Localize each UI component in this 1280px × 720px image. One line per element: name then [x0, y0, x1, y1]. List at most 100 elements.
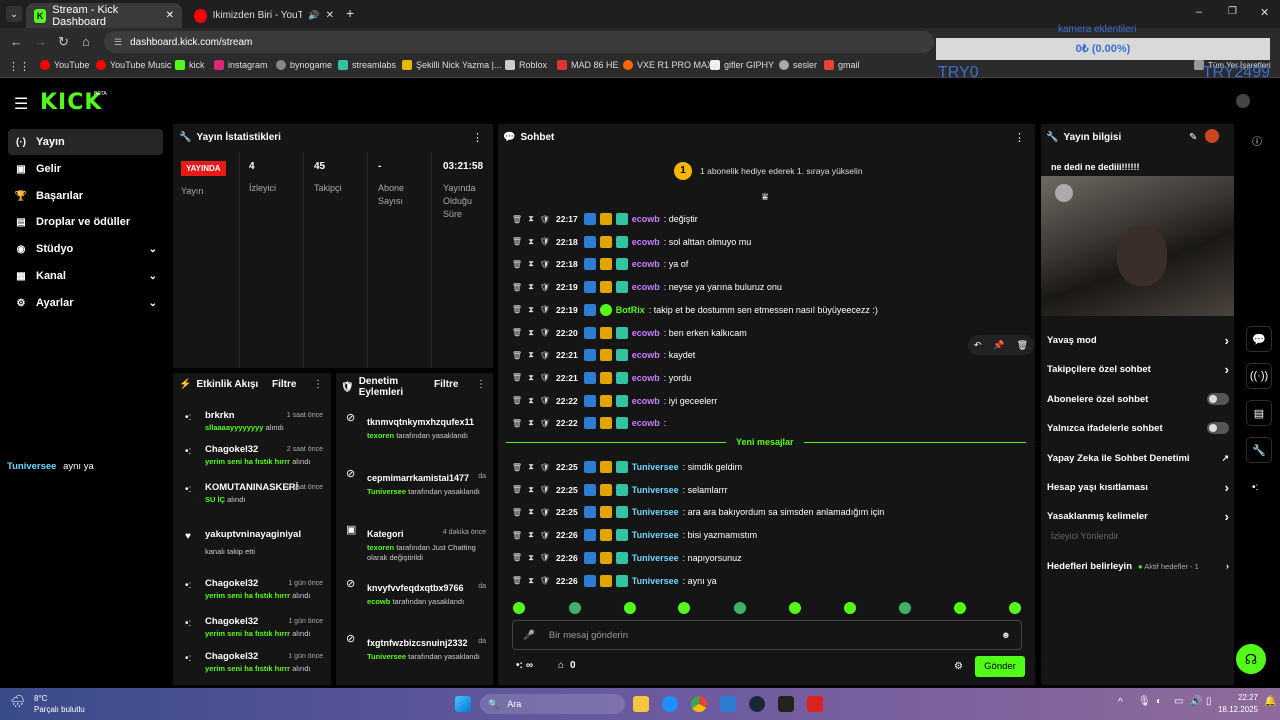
timeout-icon[interactable]: ⧗ — [526, 328, 536, 338]
emote-icon[interactable] — [789, 602, 801, 614]
setting-row[interactable]: Yavaş mod › — [1047, 332, 1229, 348]
notification-icon[interactable]: 🔔 — [1264, 696, 1276, 707]
clock-time[interactable]: 22:27 — [1228, 693, 1258, 702]
store-app-icon[interactable] — [720, 696, 736, 712]
timeout-icon[interactable]: ⧗ — [526, 418, 536, 428]
edit-icon[interactable]: ✎ — [1189, 132, 1197, 143]
message-username[interactable]: ecowb — [632, 214, 660, 224]
timeout-icon[interactable]: ⧗ — [526, 259, 536, 269]
message-username[interactable]: Tuniversee — [632, 485, 679, 495]
battery-icon[interactable]: ▯ — [1206, 696, 1212, 707]
chat-tool-icon[interactable]: 💬 — [1246, 326, 1272, 352]
ban-user-icon[interactable]: 🛡 — [540, 328, 550, 338]
activity-filter-button[interactable]: Filtre — [272, 379, 296, 390]
message-username[interactable]: Tuniversee — [632, 553, 679, 563]
ban-user-icon[interactable]: 🛡 — [540, 576, 550, 586]
tab-search-icon[interactable]: ⌄ — [6, 6, 22, 22]
sidebar-item-6[interactable]: ⚙ Ayarlar ⌄ — [8, 290, 163, 316]
delete-message-icon[interactable]: 🗑 — [512, 282, 522, 292]
ban-user-icon[interactable]: 🛡 — [540, 373, 550, 383]
delete-message-icon[interactable]: 🗑 — [512, 350, 522, 360]
activity-menu-icon[interactable]: ⋮ — [313, 379, 323, 390]
timeout-icon[interactable]: ⧗ — [526, 462, 536, 472]
maximize-button[interactable]: ❐ — [1228, 6, 1237, 17]
emote-icon[interactable] — [899, 602, 911, 614]
message-username[interactable]: ecowb — [632, 373, 660, 383]
ban-user-icon[interactable]: 🛡 — [540, 214, 550, 224]
timeout-icon[interactable]: ⧗ — [526, 282, 536, 292]
menu-icon[interactable]: ☰ — [14, 94, 28, 114]
microphone-icon[interactable]: 🎤 — [523, 630, 535, 641]
setting-row[interactable]: Yasaklanmış kelimeler › — [1047, 508, 1229, 524]
taskbar-search[interactable]: 🔍 Ara — [480, 694, 625, 714]
ban-user-icon[interactable]: 🛡 — [540, 237, 550, 247]
network-icon[interactable]: ▭ — [1174, 696, 1183, 707]
broadcast-icon[interactable]: ((·)) — [1246, 363, 1272, 389]
delete-message-icon[interactable]: 🗑 — [512, 214, 522, 224]
delete-message-icon[interactable]: 🗑 — [512, 576, 522, 586]
emote-icon[interactable] — [678, 602, 690, 614]
bookmark-youtube-music[interactable]: YouTube Music — [96, 60, 171, 70]
media-icon[interactable]: ▤ — [1246, 400, 1272, 426]
chat-input[interactable]: 🎤 Bir mesaj gönderin ☻ — [512, 620, 1022, 650]
tools-icon[interactable]: 🔧 — [1246, 437, 1272, 463]
moderation-actor[interactable]: texoren — [367, 543, 394, 552]
support-icon[interactable]: ☊ — [1236, 644, 1266, 674]
user-avatar[interactable] — [1236, 94, 1250, 108]
bookmark-bynogame[interactable]: bynogame — [276, 60, 332, 70]
ban-user-icon[interactable]: 🛡 — [540, 462, 550, 472]
moderation-actor[interactable]: Tuniversee — [367, 487, 406, 496]
bookmark-youtube[interactable]: YouTube — [40, 60, 89, 70]
back-icon[interactable]: ← — [10, 34, 23, 49]
ban-user-icon[interactable]: 🛡 — [540, 553, 550, 563]
site-info-icon[interactable]: ☰ — [114, 37, 122, 48]
ban-user-icon[interactable]: 🛡 — [540, 396, 550, 406]
emote-icon[interactable] — [569, 602, 581, 614]
setting-row[interactable]: Yapay Zeka ile Sohbet Denetimi ↗ — [1047, 450, 1229, 466]
ban-user-icon[interactable]: 🛡 — [540, 305, 550, 315]
stats-menu-icon[interactable]: ⋮ — [472, 131, 483, 144]
bookmark-sesler[interactable]: sesler — [779, 60, 817, 70]
sidebar-item-2[interactable]: 🏆 Başarılar — [8, 183, 163, 209]
timeout-icon[interactable]: ⧗ — [526, 214, 536, 224]
timeout-icon[interactable]: ⧗ — [526, 373, 536, 383]
setting-row[interactable]: Abonelere özel sohbet — [1047, 391, 1229, 407]
moderation-actor[interactable]: ecowb — [367, 597, 390, 606]
address-bar[interactable]: ☰ dashboard.kick.com/stream — [104, 31, 934, 53]
tray-chevron-icon[interactable]: ^ — [1118, 697, 1123, 708]
delete-message-icon[interactable]: 🗑 — [512, 373, 522, 383]
timeout-icon[interactable]: ⧗ — [526, 485, 536, 495]
reload-icon[interactable]: ↻ — [58, 34, 69, 50]
moderation-actor[interactable]: Tuniversee — [367, 652, 406, 661]
bookmark-mad86[interactable]: MAD 86 HE — [557, 60, 619, 70]
moderation-actor[interactable]: texoren — [367, 431, 394, 440]
timeout-icon[interactable]: ⧗ — [526, 576, 536, 586]
sidebar-item-1[interactable]: ▣ Gelir — [8, 156, 163, 182]
ban-user-icon[interactable]: 🛡 — [540, 282, 550, 292]
emote-icon[interactable] — [513, 602, 525, 614]
sidebar-item-5[interactable]: ▦ Kanal ⌄ — [8, 263, 163, 289]
timeout-icon[interactable]: ⧗ — [526, 507, 536, 517]
message-username[interactable]: ecowb — [632, 350, 660, 360]
sidebar-item-0[interactable]: (·) Yayın — [8, 129, 163, 155]
ban-user-icon[interactable]: 🛡 — [540, 507, 550, 517]
moderation-filter-button[interactable]: Filtre — [434, 379, 458, 390]
delete-message-icon[interactable]: 🗑 — [512, 418, 522, 428]
setting-row[interactable]: Hesap yaşı kısıtlaması › — [1047, 479, 1229, 495]
bookmark-gifler[interactable]: gifler GIPHY — [710, 60, 774, 70]
message-username[interactable]: ecowb — [632, 418, 660, 428]
ban-user-icon[interactable]: 🛡 — [540, 350, 550, 360]
ban-user-icon[interactable]: 🛡 — [540, 259, 550, 269]
timeout-icon[interactable]: ⧗ — [526, 396, 536, 406]
chrome-icon[interactable] — [691, 696, 707, 712]
speaker-icon[interactable]: 🔊 — [308, 10, 319, 21]
steam-icon[interactable] — [749, 696, 765, 712]
bookmark-streamlabs[interactable]: streamlabs — [338, 60, 396, 70]
message-username[interactable]: ecowb — [632, 259, 660, 269]
windows-start-icon[interactable] — [455, 696, 471, 712]
message-username[interactable]: Tuniversee — [632, 507, 679, 517]
delete-message-icon[interactable]: 🗑 — [512, 462, 522, 472]
app-icon[interactable] — [807, 696, 823, 712]
toggle-switch[interactable] — [1207, 393, 1229, 405]
bookmark-gmail[interactable]: gmail — [824, 60, 860, 70]
